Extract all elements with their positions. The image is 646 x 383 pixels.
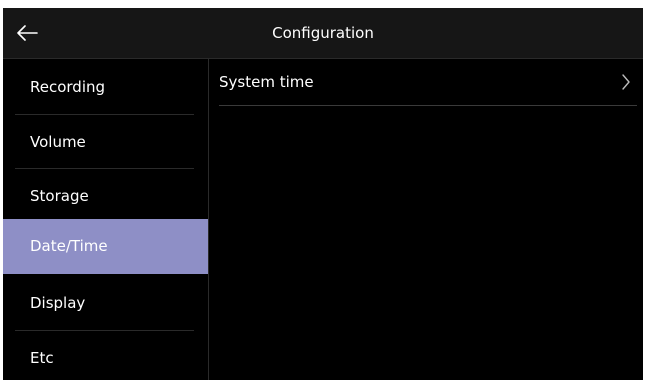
sidebar: Recording Volume Storage Date/Time Displ… — [3, 59, 209, 380]
sidebar-item-label: Volume — [30, 133, 86, 151]
sidebar-item-display[interactable]: Display — [3, 275, 208, 331]
configuration-screen: Configuration Recording Volume Storage D… — [3, 8, 643, 380]
sidebar-item-label: Etc — [30, 349, 54, 367]
back-button[interactable] — [11, 17, 43, 49]
chevron-right-icon — [622, 74, 630, 90]
content-panel: System time — [209, 59, 643, 380]
sidebar-item-datetime[interactable]: Date/Time — [3, 219, 208, 274]
sidebar-item-label: Date/Time — [30, 237, 108, 255]
system-time-label: System time — [219, 73, 314, 91]
system-time-row[interactable]: System time — [219, 59, 637, 106]
page-title: Configuration — [272, 24, 374, 42]
sidebar-item-label: Recording — [30, 78, 106, 96]
arrow-left-icon — [17, 25, 38, 41]
sidebar-item-etc[interactable]: Etc — [3, 331, 208, 380]
sidebar-item-recording[interactable]: Recording — [3, 59, 208, 115]
sidebar-item-label: Storage — [30, 187, 89, 205]
header-bar: Configuration — [3, 8, 643, 59]
sidebar-item-volume[interactable]: Volume — [3, 115, 208, 169]
sidebar-item-label: Display — [30, 294, 86, 312]
sidebar-item-storage[interactable]: Storage — [3, 169, 208, 223]
